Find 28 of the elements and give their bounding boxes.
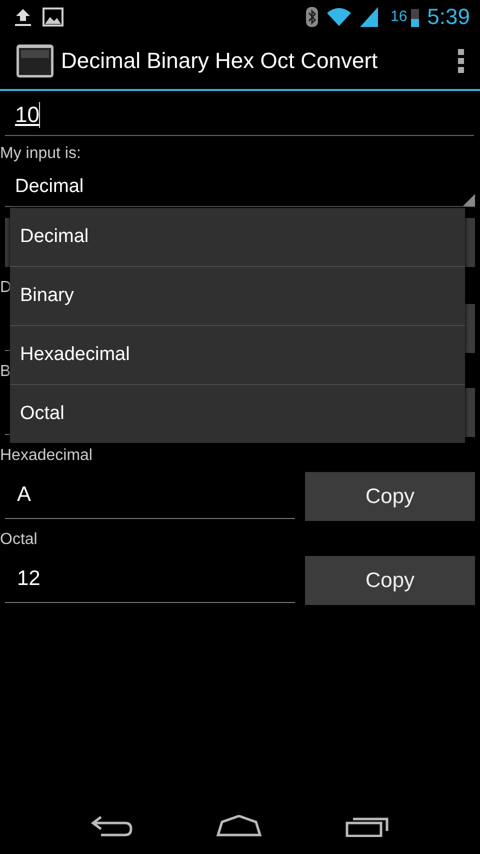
input-type-label: My input is:	[0, 144, 82, 164]
bluetooth-icon	[306, 6, 318, 26]
overflow-menu-icon[interactable]	[458, 49, 464, 73]
number-input-field[interactable]: 10	[5, 95, 474, 136]
input-type-spinner[interactable]: Decimal	[5, 168, 475, 207]
dropdown-option[interactable]: Binary	[10, 266, 465, 325]
dropdown-option[interactable]: Decimal	[10, 208, 465, 266]
recent-apps-icon[interactable]	[344, 815, 389, 837]
result-label: Octal	[0, 530, 38, 550]
dropdown-option[interactable]: Octal	[10, 384, 465, 443]
result-field[interactable]: A	[5, 472, 295, 519]
result-label: Hexadecimal	[0, 446, 92, 466]
clock: 5:39	[427, 4, 470, 30]
battery-percent: 16	[390, 8, 408, 25]
result-field[interactable]: 12	[5, 556, 295, 603]
back-icon[interactable]	[91, 815, 134, 837]
home-icon[interactable]	[216, 815, 262, 837]
dropdown-option[interactable]: Hexadecimal	[10, 325, 465, 384]
image-icon	[42, 6, 64, 26]
battery-icon	[411, 6, 420, 26]
upload-icon	[12, 6, 34, 26]
result-label: B	[0, 362, 11, 382]
app-title: Decimal Binary Hex Oct Convert	[61, 48, 379, 74]
app-icon	[16, 44, 54, 78]
copy-button[interactable]: Copy	[305, 472, 475, 521]
wifi-icon	[326, 6, 352, 26]
copy-button[interactable]: Copy	[305, 556, 475, 605]
signal-icon	[360, 6, 378, 26]
